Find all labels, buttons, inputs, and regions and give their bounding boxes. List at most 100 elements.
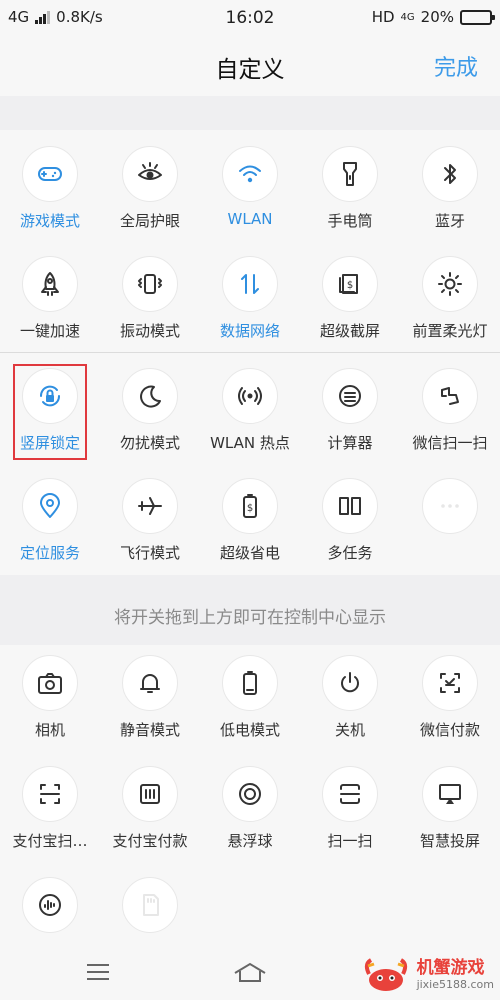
tile-wifi[interactable]: WLAN: [200, 146, 300, 228]
home-button[interactable]: [230, 957, 270, 987]
eye-icon: [138, 162, 162, 180]
tile-button[interactable]: $: [222, 478, 278, 534]
tile-location[interactable]: 定位服务: [0, 478, 100, 563]
tile-button[interactable]: [122, 655, 178, 711]
menu-button[interactable]: [78, 957, 118, 987]
tile-button[interactable]: [222, 766, 278, 822]
tile-bell[interactable]: 静音模式: [100, 655, 200, 740]
tile-screenshot[interactable]: $ 超级截屏: [300, 256, 400, 341]
tile-label: 智慧投屏: [419, 832, 480, 850]
tile-camera[interactable]: 相机: [0, 655, 100, 740]
tile-label: 振动模式: [119, 322, 180, 340]
tile-button[interactable]: [422, 766, 478, 822]
tile-button[interactable]: [122, 368, 178, 424]
data-network-icon: [241, 274, 259, 294]
tile-label: WLAN: [227, 210, 273, 228]
tile-label: 飞行模式: [119, 544, 180, 562]
tile-flashlight[interactable]: 手电筒: [300, 146, 400, 231]
tile-button[interactable]: [22, 655, 78, 711]
tile-button[interactable]: [222, 655, 278, 711]
tile-moon[interactable]: 勿扰模式: [100, 368, 200, 453]
watermark: 机蟹游戏 jixie5188.com: [361, 954, 494, 994]
tile-button[interactable]: [222, 256, 278, 312]
svg-text:$: $: [247, 503, 253, 514]
tile-power[interactable]: 关机: [300, 655, 400, 740]
tile-button[interactable]: [422, 655, 478, 711]
tile-bluetooth[interactable]: 蓝牙: [400, 146, 500, 231]
tile-hotspot[interactable]: WLAN 热点: [200, 368, 300, 453]
tile-button[interactable]: [22, 766, 78, 822]
wechat-pay-icon: [440, 673, 460, 693]
wechat-scan-icon: [441, 387, 459, 405]
tile-label: 悬浮球: [227, 832, 273, 850]
tile-button[interactable]: [322, 146, 378, 202]
tile-battery-saver[interactable]: $ 超级省电: [200, 478, 300, 563]
tile-button[interactable]: [122, 766, 178, 822]
tile-eye[interactable]: 全局护眼: [100, 146, 200, 231]
voice-memo-icon: [39, 894, 61, 916]
tile-airplane[interactable]: 飞行模式: [100, 478, 200, 563]
tile-button[interactable]: [422, 256, 478, 312]
page-title: 自定义: [215, 57, 285, 83]
tile-label: 静音模式: [119, 721, 180, 739]
divider: [0, 352, 500, 353]
wifi-icon: [239, 165, 261, 183]
tile-button[interactable]: [122, 478, 178, 534]
tile-button[interactable]: [422, 146, 478, 202]
tile-data-network[interactable]: 数据网络: [200, 256, 300, 341]
tile-label: 游戏模式: [19, 212, 80, 230]
screenshot-icon: $: [339, 274, 358, 294]
alipay-pay-icon: [140, 784, 160, 804]
tile-label: 蓝牙: [434, 212, 465, 230]
tile-button[interactable]: [22, 478, 78, 534]
tile-button[interactable]: [122, 877, 178, 933]
tile-wechat-pay[interactable]: 微信付款: [400, 655, 500, 740]
tile-button[interactable]: [322, 478, 378, 534]
tile-low-battery[interactable]: 低电模式: [200, 655, 300, 740]
tile-button[interactable]: [22, 877, 78, 933]
tile-button[interactable]: [122, 256, 178, 312]
tile-wechat-scan[interactable]: 微信扫一扫: [400, 368, 500, 453]
location-icon: [40, 493, 60, 518]
tile-label: 微信付款: [419, 721, 480, 739]
bell-icon: [140, 674, 160, 693]
tile-button[interactable]: [422, 478, 478, 534]
tile-alipay-pay[interactable]: 支付宝付款: [100, 766, 200, 851]
tile-more[interactable]: [400, 478, 500, 542]
tile-sun[interactable]: 前置柔光灯: [400, 256, 500, 341]
floating-ball-icon: [239, 783, 261, 805]
tile-button[interactable]: [322, 766, 378, 822]
rocket-icon: [41, 272, 59, 296]
tile-label: 计算器: [327, 434, 373, 452]
tile-button[interactable]: [22, 146, 78, 202]
tile-screencast[interactable]: 智慧投屏: [400, 766, 500, 851]
tile-rocket[interactable]: 一键加速: [0, 256, 100, 341]
done-button[interactable]: 完成: [434, 50, 478, 82]
tile-button[interactable]: [222, 146, 278, 202]
tile-button[interactable]: $: [322, 256, 378, 312]
tile-vibrate[interactable]: 振动模式: [100, 256, 200, 341]
tile-calculator[interactable]: 计算器: [300, 368, 400, 453]
tile-button[interactable]: [122, 146, 178, 202]
tile-gamepad[interactable]: 游戏模式: [0, 146, 100, 231]
tile-multitask[interactable]: 多任务: [300, 478, 400, 563]
tile-voice-memo[interactable]: [0, 877, 100, 941]
tile-label: 勿扰模式: [119, 434, 180, 452]
battery-saver-icon: $: [243, 494, 257, 518]
hd-badge: HD: [371, 8, 395, 26]
highlight-box: [13, 364, 87, 460]
tile-button[interactable]: [322, 368, 378, 424]
battery-icon: [460, 9, 495, 25]
tile-scan[interactable]: 扫一扫: [300, 766, 400, 851]
tile-label: 低电模式: [219, 721, 280, 739]
airplane-icon: [138, 497, 162, 515]
tile-floating-ball[interactable]: 悬浮球: [200, 766, 300, 851]
tile-button[interactable]: [322, 655, 378, 711]
tile-label: 全局护眼: [119, 212, 180, 230]
tile-button[interactable]: [22, 256, 78, 312]
tile-alipay-scan[interactable]: 支付宝扫…: [0, 766, 100, 851]
tile-button[interactable]: [222, 368, 278, 424]
tile-label: 前置柔光灯: [412, 322, 488, 340]
tile-button[interactable]: [422, 368, 478, 424]
tile-sd-card[interactable]: [100, 877, 200, 941]
